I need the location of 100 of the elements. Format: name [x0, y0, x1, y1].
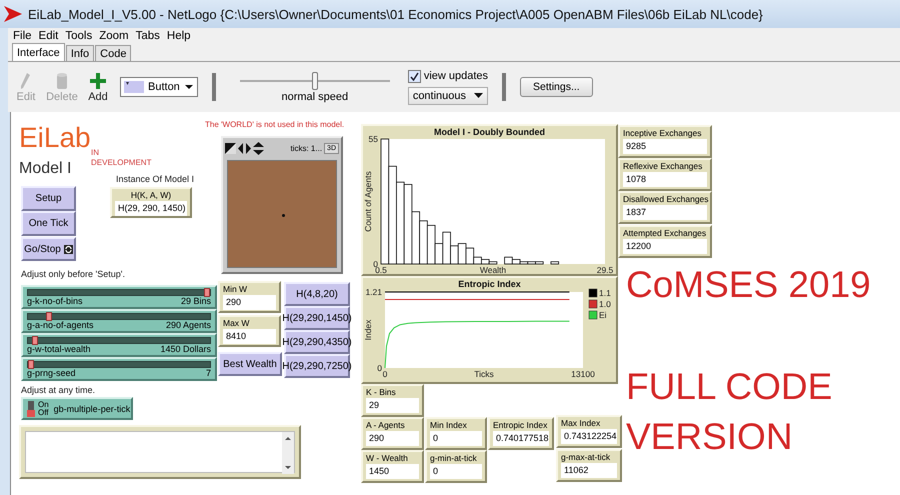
monitor-label: A - Agents [366, 419, 406, 431]
note-text: The 'WORLD' is not used in this model. [205, 120, 344, 129]
note-text: Adjust at any time. [21, 385, 96, 395]
menu-item[interactable]: Tabs [132, 28, 164, 44]
slider-label: g-w-total-wealth [27, 344, 91, 355]
heading-text: Model I [19, 160, 72, 178]
axis-tick-label: 1.21 [365, 287, 382, 297]
monitor-label: Min Index [430, 419, 468, 431]
slider-value: 1450 Dollars [160, 344, 211, 355]
monitor-label: Entropic Index [493, 419, 548, 431]
monitor-label: Min W [223, 283, 248, 295]
legend-label: 1.1 [599, 288, 611, 298]
slider-track[interactable] [27, 289, 211, 296]
banner-text: CoMSES 2019 [626, 263, 872, 307]
axis-tick-label: 55 [368, 134, 378, 144]
monitor-value: 1837 [623, 205, 707, 220]
slider-track[interactable] [27, 313, 211, 320]
ticks-label: ticks: 1... [290, 144, 322, 152]
menu-item[interactable]: Edit [36, 28, 62, 44]
half-square-icon [225, 142, 236, 154]
menu-item[interactable]: Tools [62, 28, 96, 44]
slider-label: g-k-no-of-bins [27, 296, 83, 307]
menu-item[interactable]: File [10, 28, 36, 44]
plot-title: Model I - Doubly Bounded [434, 127, 545, 137]
monitor-label: W - Wealth [366, 452, 409, 464]
monitor-value: 0.740177518 [493, 431, 549, 446]
update-mode-dropdown[interactable]: continuous [408, 86, 488, 104]
turtle-dot-icon [282, 214, 285, 217]
axis-label: Count of Agents [363, 171, 373, 232]
monitor-label: Inceptive Exchanges [623, 127, 702, 139]
checkbox[interactable] [408, 70, 421, 82]
widget-type-dropdown[interactable]: Button [120, 77, 198, 97]
monitor-value: 0.743122254 [561, 429, 617, 444]
monitor-value: 8410 [223, 329, 276, 344]
monitor-value: 0 [430, 431, 482, 446]
monitor-value: 290 [223, 295, 276, 310]
tab[interactable]: Info [66, 45, 94, 61]
slider-value: 7 [206, 368, 211, 379]
window-title: EiLab_Model_I_V5.00 - NetLogo {C:\Users\Owner\Documents\01 Economics Project\A005 OpenABM Files\06b EiLab NL\code} [28, 6, 763, 22]
legend-label: Ei [599, 310, 607, 320]
circular-arrows-icon [64, 244, 73, 254]
button[interactable]: H(29,290,4350) [284, 330, 350, 354]
button[interactable]: Setup [21, 186, 76, 211]
checkbox-label: view updates [424, 70, 488, 82]
monitor-value: 0 [430, 464, 482, 479]
slider-track[interactable] [27, 337, 211, 344]
button[interactable]: One Tick [21, 211, 76, 236]
button[interactable]: H(4,8,20) [284, 282, 350, 306]
slider-thumb[interactable] [312, 72, 318, 90]
switch-on-label: On [38, 400, 49, 408]
monitor-label: g-max-at-tick [561, 451, 612, 463]
axis-tick-label: 0 [377, 363, 382, 373]
abc-icon [124, 81, 144, 93]
slider-track[interactable] [27, 361, 211, 368]
slider-label: g-prng-seed [27, 368, 76, 379]
speed-label: normal speed [281, 91, 348, 103]
axis-tick-label: 0 [373, 259, 378, 269]
monitor-label: Disallowed Exchanges [623, 193, 707, 205]
up-down-arrows-icon [253, 142, 264, 154]
monitor-value: 11062 [561, 463, 617, 478]
button[interactable]: Go/Stop [21, 237, 76, 261]
slider-value: 29 Bins [180, 296, 211, 307]
axis-tick-label: 13100 [571, 369, 595, 379]
legend-label: 1.0 [599, 299, 611, 309]
axis-label: Wealth [480, 265, 506, 274]
note-text: Adjust only before 'Setup'. [21, 269, 126, 279]
slider-thumb[interactable] [28, 360, 34, 369]
monitor-value: 1450 [366, 464, 419, 479]
caret-icon [184, 84, 194, 90]
monitor-label: Max W [223, 317, 250, 329]
slider-thumb[interactable] [32, 336, 38, 345]
switch-off-label: Off [38, 408, 49, 416]
settings-button[interactable]: Settings... [520, 77, 593, 97]
monitor-value: 9285 [623, 139, 707, 154]
menu-item[interactable]: Zoom [96, 28, 133, 44]
caret-icon [474, 93, 484, 98]
tab[interactable]: Code [95, 45, 132, 61]
axis-tick-label: 29.5 [596, 265, 614, 274]
banner-text: FULL CODE VERSION [626, 365, 834, 459]
slider-value: 290 Agents [166, 320, 211, 331]
axis-label: Ticks [474, 369, 494, 379]
check-icon [410, 72, 419, 80]
note-text: Instance Of Model I [116, 174, 194, 184]
tab[interactable]: Interface [12, 43, 65, 61]
add-button[interactable]: Add [84, 71, 112, 103]
monitor-label: H(K, A, W) [130, 189, 172, 201]
button[interactable]: Best Wealth [218, 352, 282, 376]
button[interactable]: H(29,290,1450) [284, 306, 350, 330]
menu-item[interactable]: Help [164, 28, 195, 44]
button[interactable]: H(29,290,7250) [284, 354, 350, 378]
monitor-value: 29 [366, 398, 419, 413]
monitor-value: 12200 [623, 239, 707, 254]
slider-thumb[interactable] [204, 288, 210, 297]
slider-thumb[interactable] [46, 312, 52, 321]
logo-text: EiLab [19, 122, 91, 154]
switch-label: gb-multiple-per-tick [54, 404, 130, 414]
slider-label: g-a-no-of-agents [27, 320, 94, 331]
switch-lever-icon[interactable] [27, 400, 35, 416]
monitor-label: Max Index [561, 417, 602, 429]
axis-tick-label: 0 [382, 369, 388, 379]
